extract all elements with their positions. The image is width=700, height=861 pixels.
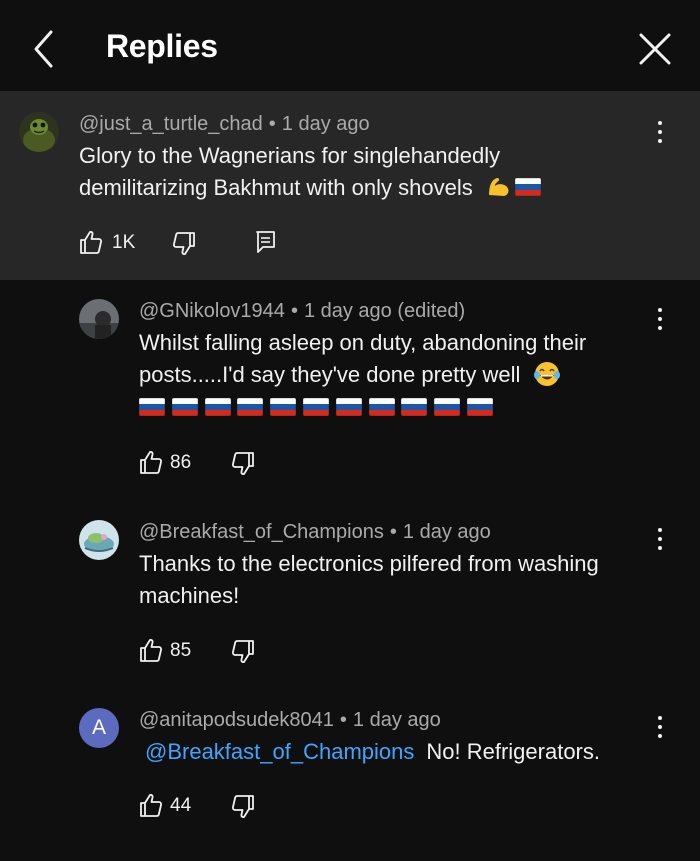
comment-time: 1 day ago (edited) [303,300,466,322]
comment-text-line: Whilst falling asleep on duty, abandonin… [139,330,587,355]
comment-text-line: Glory to the Wagnerians for singlehanded… [79,143,501,168]
more-options-button[interactable] [648,118,672,148]
thumbs-up-icon [140,638,163,662]
comment-text: Glory to the Wagnerians for singlehanded… [79,140,639,206]
comment-meta: @just_a_turtle_chad • 1 day ago [79,113,370,135]
like-count: 86 [170,452,192,473]
comment-author[interactable]: @Breakfast_of_Champions [139,521,384,543]
user-photo-avatar-icon [79,299,119,339]
turtle-avatar-icon [19,112,59,152]
like-button[interactable] [139,792,163,823]
comment-actions: 1K [79,229,319,259]
comment-text-line: machines! [139,583,240,608]
comment-text-line: Thanks to the electronics pilfered from … [139,551,599,576]
comment-meta: @Breakfast_of_Champions • 1 day ago [139,521,491,543]
like-count: 85 [170,640,192,661]
reply-button[interactable] [255,230,277,261]
russia-flag-icon [171,398,198,416]
avatar[interactable] [79,520,119,560]
dislike-button[interactable] [231,639,255,670]
comment-text: @Breakfast_of_Champions No! Refrigerators… [145,736,665,768]
comment-time: 1 day ago [281,113,370,135]
page-title: Replies [106,28,218,64]
russia-flag-icon [368,398,395,416]
flexed-biceps-icon [479,173,513,206]
avatar[interactable] [79,299,119,339]
cartoon-avatar-icon [79,520,119,560]
russia-flag-icon [237,398,264,416]
dislike-button[interactable] [172,231,196,262]
flags-row [139,398,500,418]
russia-flag-icon [335,398,362,416]
thumbs-up-icon [140,450,163,474]
comment-text-line: No! Refrigerators. [426,739,600,764]
thumbs-down-icon [172,232,195,256]
reply-icon [256,231,275,253]
dislike-button[interactable] [231,794,255,825]
thumbs-up-icon [140,793,163,817]
russia-flag-icon [466,398,493,416]
thumbs-down-icon [231,640,254,664]
thumbs-up-icon [80,230,103,254]
avatar-letter: A [91,716,106,739]
comment-actions: 44 [139,792,339,822]
thumbs-down-icon [231,795,254,819]
replies-header: Replies [0,0,700,91]
thumbs-down-icon [231,452,254,476]
like-count: 44 [170,795,192,816]
comment-actions: 85 [139,637,339,667]
comment-author[interactable]: @GNikolov1944 [139,300,285,322]
avatar[interactable] [19,112,59,152]
comment-text-line: demilitarizing Bakhmut with only shovels [79,175,473,200]
comment-meta: @anitapodsudek8041 • 1 day ago [139,709,441,731]
comment-text-line: posts.....I'd say they've done pretty we… [139,362,521,387]
back-chevron-icon [34,30,53,68]
russia-flag-icon [204,398,231,416]
comment-meta: @GNikolov1944 • 1 day ago (edited) [139,300,466,322]
like-count: 1K [112,232,136,253]
like-button[interactable] [139,449,163,480]
comment-text: Thanks to the electronics pilfered from … [139,548,659,612]
back-button[interactable] [24,26,64,72]
dislike-button[interactable] [231,451,255,482]
russia-flag-icon [302,398,329,416]
close-icon [639,33,671,65]
comment-time: 1 day ago [352,709,441,731]
russia-flag-icon [434,398,461,416]
russia-flag-icon [270,398,297,416]
comment-actions: 86 [139,449,339,479]
close-button[interactable] [634,28,676,70]
laughing-tears-icon [527,360,561,393]
mention-link[interactable]: @Breakfast_of_Champions [145,739,414,764]
russia-flag-icon [401,398,428,416]
avatar[interactable]: A [79,708,119,748]
comment-text: Whilst falling asleep on duty, abandonin… [139,327,659,393]
more-options-button[interactable] [648,525,672,555]
parent-comment: @just_a_turtle_chad • 1 day ago Glory to t… [0,91,700,280]
comment-author[interactable]: @anitapodsudek8041 [139,709,334,731]
more-options-button[interactable] [648,305,672,335]
russia-flag-icon [139,398,165,416]
comment-author[interactable]: @just_a_turtle_chad [79,113,263,135]
like-button[interactable] [139,637,163,668]
more-options-button[interactable] [648,713,672,743]
like-button[interactable] [79,229,103,260]
russia-flag-icon [514,178,541,196]
comment-time: 1 day ago [402,521,491,543]
